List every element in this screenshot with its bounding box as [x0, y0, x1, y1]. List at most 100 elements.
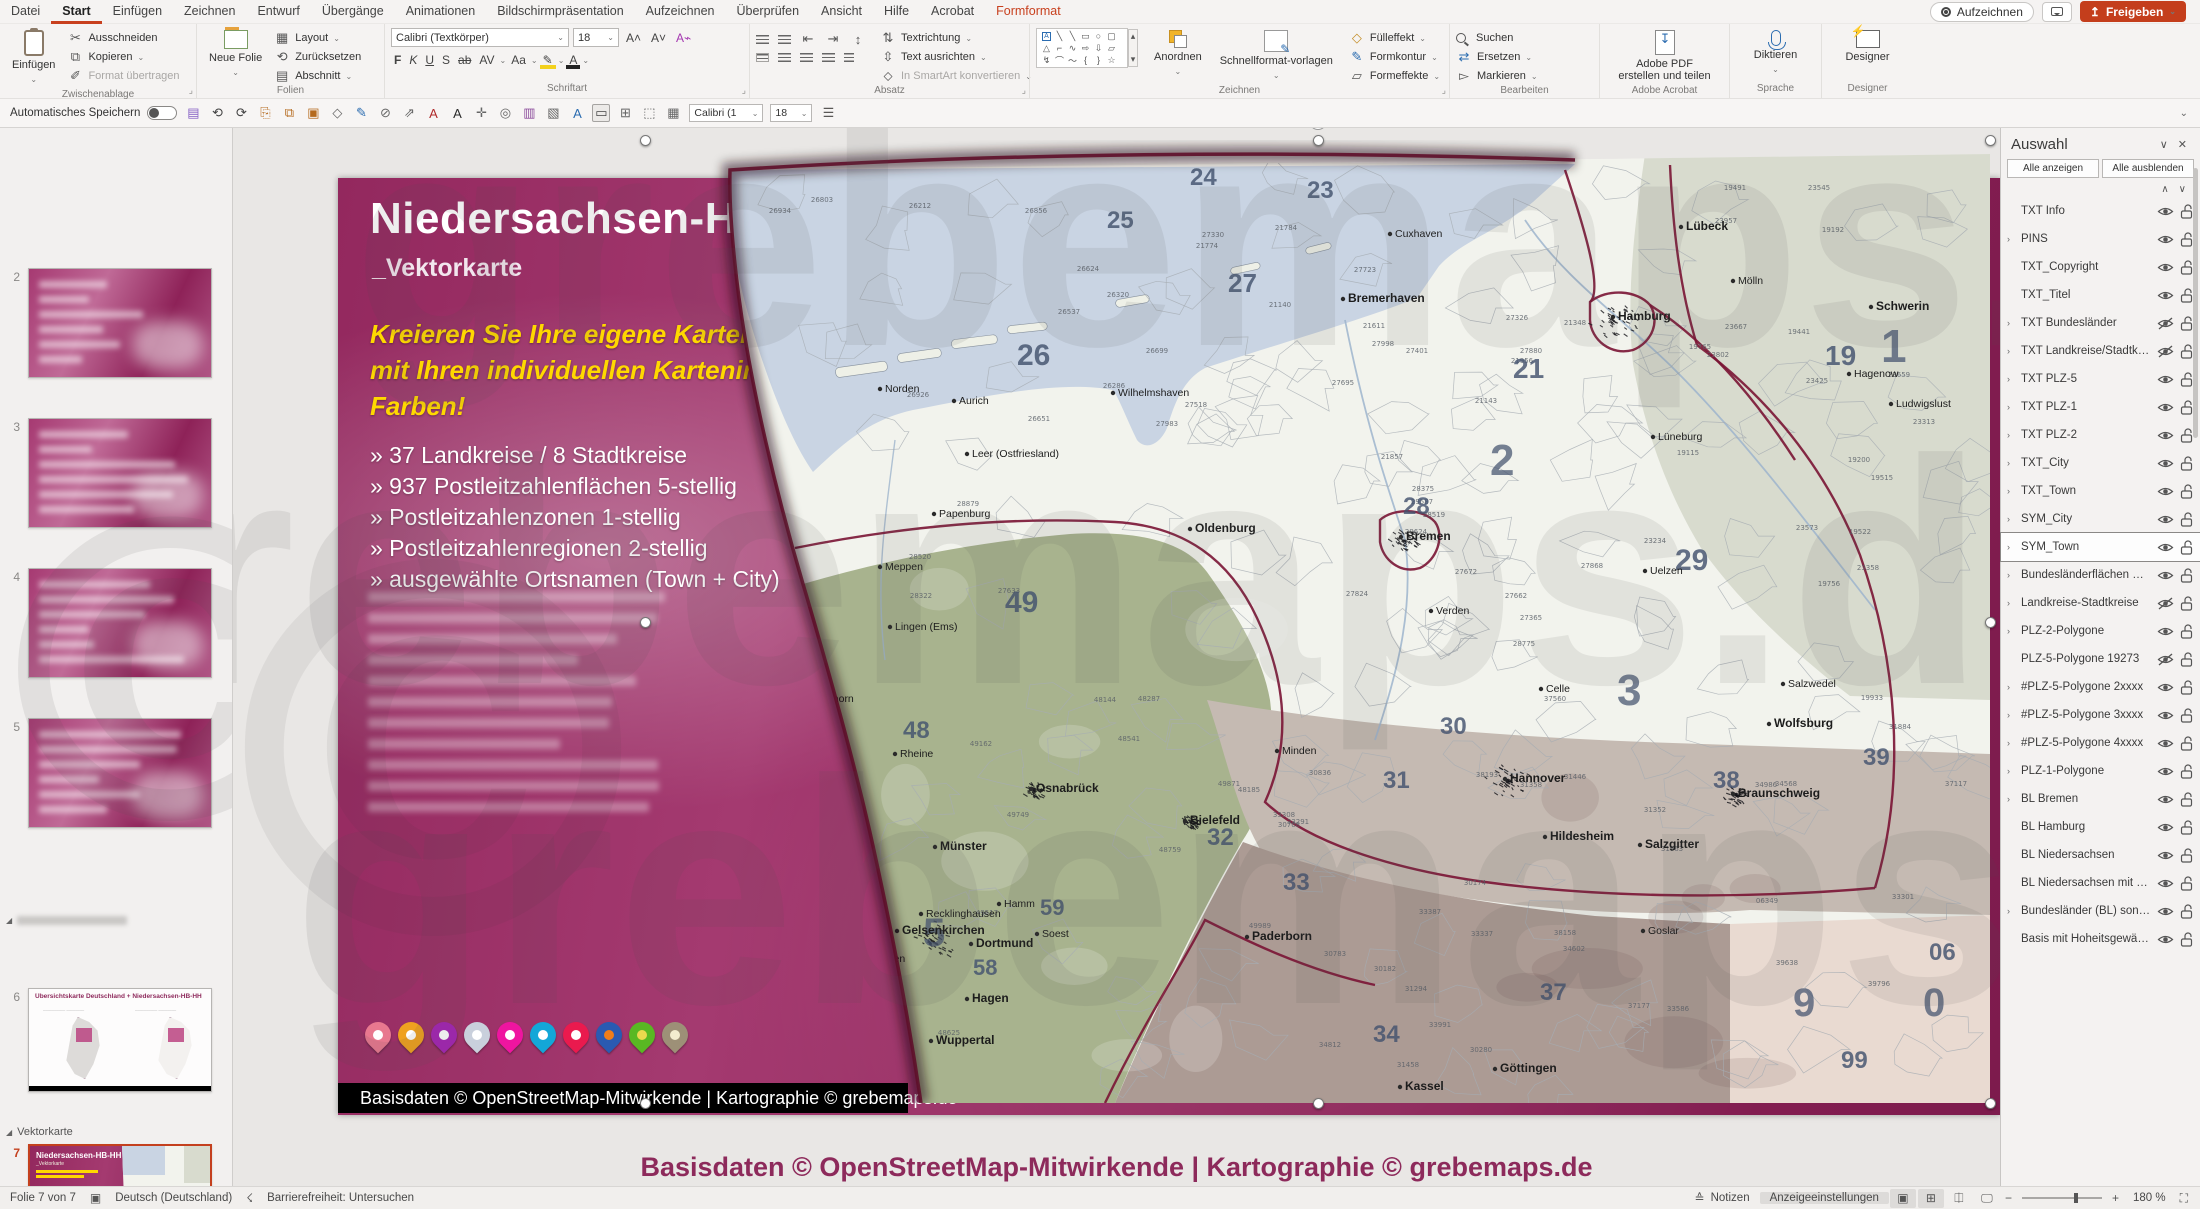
eye-icon[interactable]	[2157, 457, 2174, 470]
map-pin-1[interactable]	[359, 1016, 397, 1054]
line-shape-icon[interactable]: ╲	[1057, 31, 1062, 42]
dictate-button[interactable]: Diktieren ⌄	[1748, 28, 1803, 78]
normal-view-button[interactable]: ▣	[1889, 1188, 1916, 1208]
bullet-list-icon[interactable]	[756, 34, 769, 44]
search-icon[interactable]: ◎	[496, 105, 514, 121]
eye-hidden-icon[interactable]	[2157, 316, 2174, 330]
bold-button[interactable]: F	[391, 51, 404, 69]
slide-thumbnail-4[interactable]	[28, 568, 212, 678]
arc-shape-icon[interactable]: ⌒	[1055, 54, 1064, 67]
pane-item-plz-1-polygone[interactable]: › PLZ-1-Polygone	[2001, 757, 2200, 785]
eye-icon[interactable]	[2157, 905, 2174, 918]
zoom-slider-thumb[interactable]	[2073, 1193, 2078, 1203]
menu-tab-ansicht[interactable]: Ansicht	[810, 0, 873, 24]
chevron-down-icon[interactable]: ∨	[2155, 138, 2173, 151]
autosave-toggle[interactable]	[147, 106, 178, 120]
pen-icon[interactable]: ✎	[352, 105, 370, 121]
align-objects-icon[interactable]: ⊞	[616, 105, 634, 121]
pane-item-txt-plz-2[interactable]: › TXT PLZ-2	[2001, 421, 2200, 449]
menu-tab-start[interactable]: Start	[51, 0, 102, 24]
roundrect-shape-icon[interactable]: ▢	[1107, 31, 1116, 42]
qat-font-combobox[interactable]: Calibri (1 ⌄	[689, 104, 764, 122]
table-icon[interactable]: ▥	[520, 105, 538, 121]
pane-item--plz-5-polygone-2xxxx[interactable]: › #PLZ-5-Polygone 2xxxx	[2001, 673, 2200, 701]
eye-icon[interactable]	[2157, 681, 2174, 694]
eye-icon[interactable]	[2157, 933, 2174, 946]
unlock-icon[interactable]	[2180, 931, 2194, 947]
line-spacing-icon[interactable]: ↕	[850, 32, 866, 47]
shape-fill-button[interactable]: ◇ Fülleffekt ⌄	[1349, 30, 1440, 46]
language-indicator[interactable]: Deutsch (Deutschland)	[105, 1192, 242, 1204]
textbox-icon[interactable]: A	[568, 106, 586, 121]
underline-button[interactable]: U	[422, 51, 437, 69]
fit-to-window-icon[interactable]: ⛶	[2176, 1191, 2200, 1206]
pane-item-bl-niedersachsen[interactable]: BL Niedersachsen	[2001, 841, 2200, 869]
text-direction-button[interactable]: ⇅ Textrichtung ⌄	[880, 30, 1032, 46]
pane-item-bundesl-nderfl-chen-mit-h-[interactable]: › Bundesländerflächen mit H...	[2001, 561, 2200, 589]
select-object-icon[interactable]: ▭	[592, 104, 611, 122]
expand-chevron-icon[interactable]: ›	[2007, 598, 2010, 608]
share-button[interactable]: ↥ Freigeben ⌄	[2079, 1, 2186, 22]
zoom-in-icon[interactable]: +	[2108, 1191, 2123, 1205]
eye-icon[interactable]	[2157, 793, 2174, 806]
unlock-icon[interactable]	[2180, 371, 2194, 387]
unlock-icon[interactable]	[2180, 343, 2194, 359]
expand-chevron-icon[interactable]: ›	[2007, 430, 2010, 440]
pane-item-sym-town[interactable]: › SYM_Town	[2000, 532, 2200, 562]
dialog-launcher-icon[interactable]: ⌟	[1022, 85, 1026, 96]
eye-icon[interactable]	[2157, 429, 2174, 442]
freeform-shape-icon[interactable]: ↯	[1043, 55, 1051, 66]
close-icon[interactable]: ✕	[2173, 138, 2192, 151]
slide-thumbnail-7[interactable]: Niedersachsen-HB-HH _Vektorkarte	[28, 1144, 212, 1186]
pane-item-txt-landkreise-stadtkreise[interactable]: › TXT Landkreise/Stadtkreise	[2001, 337, 2200, 365]
unlock-icon[interactable]	[2180, 651, 2194, 667]
section-collapse-icon[interactable]: ◢	[6, 916, 12, 925]
menu-tab-acrobat[interactable]: Acrobat	[920, 0, 985, 24]
star-shape-icon[interactable]: ☆	[1107, 55, 1115, 66]
eye-icon[interactable]	[2157, 737, 2174, 750]
curve-shape-icon[interactable]: ∿	[1069, 43, 1077, 54]
ribbon-collapse-chevron[interactable]: ⌄	[2180, 108, 2188, 119]
create-pdf-button[interactable]: Adobe PDF erstellen und teilen	[1612, 28, 1716, 84]
expand-chevron-icon[interactable]: ›	[2007, 794, 2010, 804]
rotate-handle[interactable]: ⟳	[1309, 128, 1327, 130]
replace-button[interactable]: ⇄ Ersetzen ⌄	[1456, 49, 1538, 65]
reset-button[interactable]: ⟲ Zurücksetzen	[274, 49, 361, 65]
grid-icon[interactable]: ⬚	[640, 105, 658, 121]
eye-icon[interactable]	[2157, 541, 2174, 554]
slide-thumbnail-3[interactable]	[28, 418, 212, 528]
increase-indent-icon[interactable]: ⇥	[825, 31, 841, 47]
map-pin-10[interactable]	[656, 1016, 694, 1054]
zoom-slider[interactable]	[2021, 1193, 2102, 1203]
oval-shape-icon[interactable]: ○	[1096, 31, 1101, 41]
layout-button[interactable]: ▦ Layout ⌄	[274, 30, 361, 46]
reading-view-button[interactable]: ⎅	[1946, 1189, 1972, 1208]
expand-chevron-icon[interactable]: ›	[2007, 318, 2010, 328]
elbow-shape-icon[interactable]: ⌐	[1057, 43, 1062, 53]
eye-icon[interactable]	[2157, 289, 2174, 302]
notes-toggle[interactable]: Notizen	[1709, 1192, 1760, 1204]
slide-thumbnail-6[interactable]: Übersichtskarte Deutschland + Niedersach…	[28, 988, 212, 1092]
expand-chevron-icon[interactable]: ›	[2007, 374, 2010, 384]
pane-item-txt-town[interactable]: › TXT_Town	[2001, 477, 2200, 505]
menu-tab-formformat[interactable]: Formformat	[985, 0, 1072, 24]
unlock-icon[interactable]	[2180, 259, 2194, 275]
justify-icon[interactable]	[822, 53, 835, 62]
unlock-icon[interactable]	[2180, 679, 2194, 695]
unlock-icon[interactable]	[2180, 595, 2194, 611]
scribble-shape-icon[interactable]: 〜	[1068, 54, 1077, 67]
brace-right-shape-icon[interactable]: }	[1097, 55, 1100, 65]
pane-item-txt-plz-5[interactable]: › TXT PLZ-5	[2001, 365, 2200, 393]
unlock-icon[interactable]	[2180, 735, 2194, 751]
shrink-font-button[interactable]: A˅	[648, 29, 669, 47]
pane-item-bl-bremen[interactable]: › BL Bremen	[2001, 785, 2200, 813]
selection-handle-7[interactable]	[1313, 1098, 1324, 1109]
strikethrough-button[interactable]: ab	[455, 51, 474, 69]
pane-item-bl-hamburg[interactable]: BL Hamburg	[2001, 813, 2200, 841]
dialog-launcher-icon[interactable]: ⌟	[742, 85, 746, 96]
eye-icon[interactable]	[2157, 765, 2174, 778]
pane-item-txt-copyright[interactable]: TXT_Copyright	[2001, 253, 2200, 281]
chart-icon[interactable]: ▧	[544, 105, 562, 121]
italic-button[interactable]: K	[406, 51, 420, 69]
expand-chevron-icon[interactable]: ›	[2007, 738, 2010, 748]
